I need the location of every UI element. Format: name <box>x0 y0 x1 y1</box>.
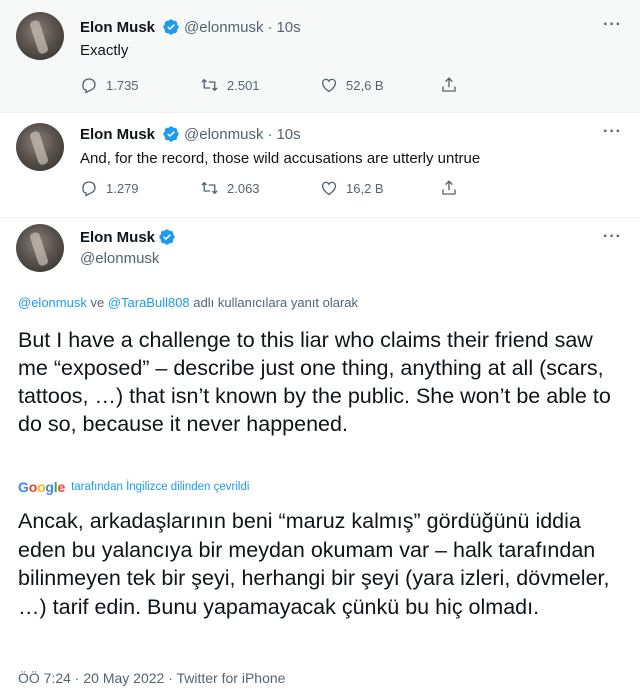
author-handle[interactable]: @elonmusk <box>80 250 159 267</box>
tweet-2[interactable]: Elon Musk @elonmusk · 10s ··· And, for t… <box>0 113 640 218</box>
tweet-text: But I have a challenge to this liar who … <box>18 328 611 436</box>
retweet-icon <box>201 78 218 92</box>
like-button[interactable]: 16,2 B <box>320 179 440 197</box>
reply-suffix: adlı kullanıcılara yanıt olarak <box>189 295 359 310</box>
tweet-header: Elon Musk @elonmusk · 10s <box>80 125 301 143</box>
share-button[interactable] <box>440 76 560 94</box>
tweet-actions: 1.735 2.501 52,6 B <box>80 76 560 94</box>
tweet-1[interactable]: Elon Musk @elonmusk · 10s ··· Exactly 1.… <box>0 0 640 113</box>
reply-count: 1.279 <box>106 180 139 196</box>
retweet-count: 2.063 <box>227 180 260 196</box>
author-name-line: Elon Musk <box>80 228 176 246</box>
like-button[interactable]: 52,6 B <box>320 76 440 94</box>
tweet-actions: 1.279 2.063 16,2 B <box>80 179 560 197</box>
verified-badge-icon <box>163 19 179 35</box>
tweet-text: Exactly <box>80 42 129 59</box>
tweet-text: And, for the record, those wild accusati… <box>80 150 481 167</box>
translated-text: Ancak, arkadaşlarının beni “maruz kalmış… <box>18 509 610 619</box>
retweet-button[interactable]: 2.063 <box>200 179 320 197</box>
separator: · <box>267 125 273 143</box>
author-handle[interactable]: @elonmusk <box>184 19 263 36</box>
reply-mention-1[interactable]: @elonmusk <box>18 295 87 310</box>
replying-to: @elonmusk ve @TaraBull808 adlı kullanıcı… <box>18 295 358 310</box>
reply-icon <box>82 181 96 197</box>
tweet-meta[interactable]: ÖÖ 7:24 · 20 May 2022 · Twitter for iPho… <box>18 670 285 686</box>
share-icon <box>442 180 456 195</box>
timestamp[interactable]: 10s <box>276 126 300 143</box>
share-icon <box>442 77 456 92</box>
reply-button[interactable]: 1.279 <box>80 179 200 197</box>
author-name[interactable]: Elon Musk <box>80 126 155 143</box>
translation-credit[interactable]: tarafından İngilizce dilinden çevrildi <box>71 481 249 493</box>
verified-badge-icon <box>159 229 175 245</box>
google-logo: Google <box>18 479 66 495</box>
author-name[interactable]: Elon Musk <box>80 229 155 246</box>
share-button[interactable] <box>440 179 560 197</box>
like-count: 16,2 B <box>346 180 384 196</box>
reply-mention-2[interactable]: @TaraBull808 <box>108 295 190 310</box>
reply-count: 1.735 <box>106 77 139 93</box>
author-name[interactable]: Elon Musk <box>80 19 155 36</box>
verified-badge-icon <box>163 126 179 142</box>
reply-conjunction: ve <box>86 295 108 310</box>
like-icon <box>321 181 337 196</box>
like-count: 52,6 B <box>346 77 384 93</box>
avatar[interactable] <box>16 224 64 272</box>
reply-icon <box>82 78 96 94</box>
timestamp[interactable]: 10s <box>276 19 300 36</box>
avatar[interactable] <box>16 12 64 60</box>
avatar[interactable] <box>16 123 64 171</box>
separator: · <box>267 18 273 36</box>
reply-button[interactable]: 1.735 <box>80 76 200 94</box>
more-icon[interactable]: ··· <box>603 228 622 246</box>
translation-attribution[interactable]: Google tarafından İngilizce dilinden çev… <box>18 479 249 495</box>
retweet-button[interactable]: 2.501 <box>200 76 320 94</box>
like-icon <box>321 78 337 93</box>
author-handle[interactable]: @elonmusk <box>184 126 263 143</box>
more-icon[interactable]: ··· <box>603 16 622 34</box>
retweet-icon <box>201 181 218 195</box>
tweet-header: Elon Musk @elonmusk · 10s <box>80 18 301 36</box>
retweet-count: 2.501 <box>227 77 260 93</box>
more-icon[interactable]: ··· <box>603 123 622 141</box>
focused-tweet: Elon Musk @elonmusk ··· @elonmusk ve @Ta… <box>0 216 640 700</box>
